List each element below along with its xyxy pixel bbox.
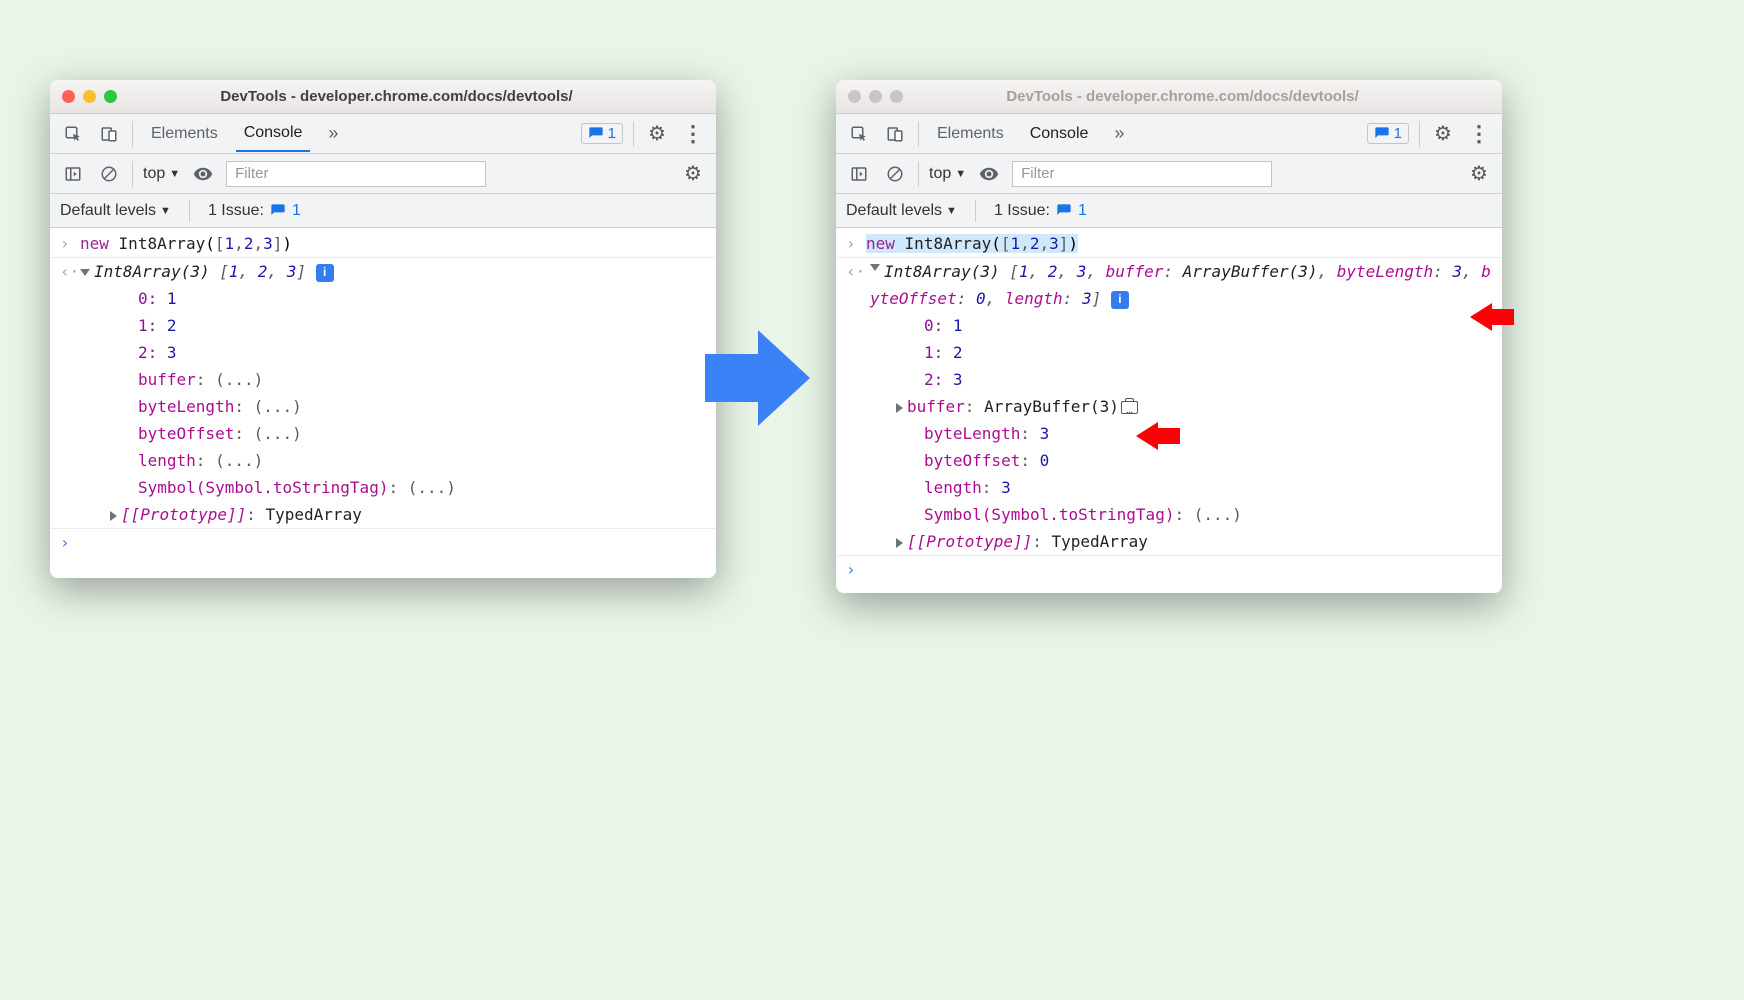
array-entry[interactable]: 1: 2 (50, 312, 716, 339)
window-title: DevTools - developer.chrome.com/docs/dev… (129, 88, 704, 105)
object-property[interactable]: byteOffset: 0 (836, 447, 1502, 474)
device-toggle-icon[interactable] (96, 121, 122, 147)
console-result-header[interactable]: ‹· Int8Array(3) [1, 2, 3] i (50, 258, 716, 285)
object-property[interactable]: buffer: (...) (50, 366, 716, 393)
issues-badge[interactable]: 1 (581, 123, 623, 144)
disclosure-triangle-icon[interactable] (110, 511, 117, 521)
disclosure-triangle-icon[interactable] (80, 269, 90, 276)
devtools-window-after: DevTools - developer.chrome.com/docs/dev… (836, 80, 1502, 593)
live-expression-icon[interactable] (976, 161, 1002, 187)
filter-input[interactable]: Filter (1012, 161, 1272, 187)
live-expression-icon[interactable] (190, 161, 216, 187)
console-prompt[interactable]: › (836, 556, 1502, 583)
array-entry[interactable]: 0: 1 (50, 285, 716, 312)
gear-icon[interactable]: ⚙ (644, 121, 670, 147)
window-title: DevTools - developer.chrome.com/docs/dev… (915, 88, 1490, 105)
issues-link[interactable]: 1 Issue: 1 (994, 202, 1087, 220)
prototype-row[interactable]: [[Prototype]]: TypedArray (50, 501, 716, 529)
zoom-icon[interactable] (890, 90, 903, 103)
console-prompt[interactable]: › (50, 529, 716, 556)
console-output: › new Int8Array([1,2,3]) ‹· Int8Array(3)… (50, 228, 716, 578)
object-property[interactable]: Symbol(Symbol.toStringTag): (...) (50, 474, 716, 501)
more-tabs-icon[interactable]: » (1106, 121, 1132, 147)
titlebar[interactable]: DevTools - developer.chrome.com/docs/dev… (836, 80, 1502, 114)
log-levels-selector[interactable]: Default levels ▼ (846, 202, 957, 220)
disclosure-triangle-icon[interactable] (870, 264, 880, 271)
more-tabs-icon[interactable]: » (320, 121, 346, 147)
array-entry[interactable]: 1: 2 (836, 339, 1502, 366)
tab-elements[interactable]: Elements (929, 117, 1012, 151)
console-toolbar: top ▼ Filter ⚙ (836, 154, 1502, 194)
object-property[interactable]: byteOffset: (...) (50, 420, 716, 447)
console-settings-icon[interactable]: ⚙ (680, 161, 706, 187)
gear-icon[interactable]: ⚙ (1430, 121, 1456, 147)
console-settings-icon[interactable]: ⚙ (1466, 161, 1492, 187)
close-icon[interactable] (62, 90, 75, 103)
zoom-icon[interactable] (104, 90, 117, 103)
clear-console-icon[interactable] (96, 161, 122, 187)
array-entry[interactable]: 0: 1 (836, 312, 1502, 339)
issues-count: 1 (608, 125, 616, 142)
traffic-lights[interactable] (848, 90, 903, 103)
object-property[interactable]: length: (...) (50, 447, 716, 474)
sidebar-toggle-icon[interactable] (60, 161, 86, 187)
info-badge-icon[interactable]: i (1111, 291, 1129, 309)
object-property[interactable]: length: 3 (836, 474, 1502, 501)
filter-input[interactable]: Filter (226, 161, 486, 187)
console-result-header[interactable]: ‹· Int8Array(3) [1, 2, 3, buffer: ArrayB… (836, 258, 1502, 312)
execution-context-selector[interactable]: top ▼ (929, 165, 966, 183)
issues-badge[interactable]: 1 (1367, 123, 1409, 144)
console-filter-bar: Default levels ▼ 1 Issue: 1 (50, 194, 716, 228)
inspect-icon[interactable] (60, 121, 86, 147)
object-property[interactable]: byteLength: (...) (50, 393, 716, 420)
tab-console[interactable]: Console (1022, 117, 1097, 151)
console-input-echo[interactable]: › new Int8Array([1,2,3]) (836, 230, 1502, 258)
tab-elements[interactable]: Elements (143, 117, 226, 151)
clear-console-icon[interactable] (882, 161, 908, 187)
log-levels-selector[interactable]: Default levels ▼ (60, 202, 171, 220)
console-output: › new Int8Array([1,2,3]) ‹· Int8Array(3)… (836, 228, 1502, 593)
disclosure-triangle-icon[interactable] (896, 538, 903, 548)
sidebar-toggle-icon[interactable] (846, 161, 872, 187)
info-badge-icon[interactable]: i (316, 264, 334, 282)
main-toolbar: Elements Console » 1 ⚙ ⋮ (50, 114, 716, 154)
issues-link[interactable]: 1 Issue: 1 (208, 202, 301, 220)
console-toolbar: top ▼ Filter ⚙ (50, 154, 716, 194)
kebab-menu-icon[interactable]: ⋮ (1466, 121, 1492, 147)
array-entry[interactable]: 2: 3 (50, 339, 716, 366)
memory-inspector-icon[interactable] (1121, 401, 1138, 414)
device-toggle-icon[interactable] (882, 121, 908, 147)
inspect-icon[interactable] (846, 121, 872, 147)
devtools-window-before: DevTools - developer.chrome.com/docs/dev… (50, 80, 716, 578)
disclosure-triangle-icon[interactable] (896, 403, 903, 413)
console-filter-bar: Default levels ▼ 1 Issue: 1 (836, 194, 1502, 228)
close-icon[interactable] (848, 90, 861, 103)
traffic-lights[interactable] (62, 90, 117, 103)
console-input-echo[interactable]: › new Int8Array([1,2,3]) (50, 230, 716, 258)
minimize-icon[interactable] (869, 90, 882, 103)
tab-console[interactable]: Console (236, 116, 311, 152)
array-entry[interactable]: 2: 3 (836, 366, 1502, 393)
minimize-icon[interactable] (83, 90, 96, 103)
prototype-row[interactable]: [[Prototype]]: TypedArray (836, 528, 1502, 556)
buffer-row[interactable]: buffer: ArrayBuffer(3) (836, 393, 1502, 420)
execution-context-selector[interactable]: top ▼ (143, 165, 180, 183)
titlebar[interactable]: DevTools - developer.chrome.com/docs/dev… (50, 80, 716, 114)
object-property[interactable]: Symbol(Symbol.toStringTag): (...) (836, 501, 1502, 528)
kebab-menu-icon[interactable]: ⋮ (680, 121, 706, 147)
main-toolbar: Elements Console » 1 ⚙ ⋮ (836, 114, 1502, 154)
